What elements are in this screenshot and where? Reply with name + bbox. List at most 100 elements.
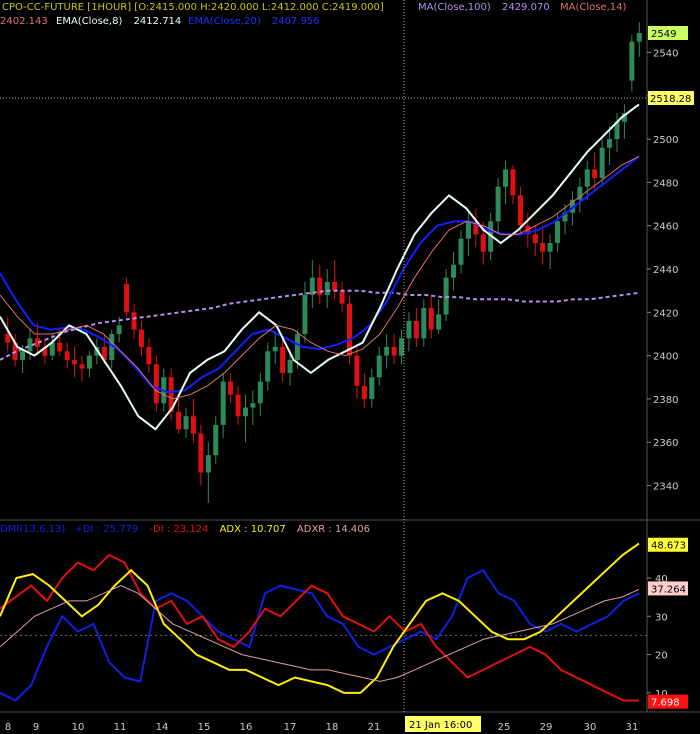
ma100-label: MA(Close,100) bbox=[418, 2, 491, 13]
ma100-value: 2429.070 bbox=[501, 2, 550, 13]
candle-body bbox=[391, 346, 397, 356]
ma100-legend: MA(Close,100) 2429.070 bbox=[418, 2, 550, 13]
candle-body bbox=[220, 381, 226, 425]
candle-body bbox=[242, 407, 248, 417]
candle-body bbox=[413, 320, 419, 339]
candle-body bbox=[153, 364, 159, 404]
pdi-value: 25.779 bbox=[103, 524, 139, 535]
candle-body bbox=[361, 385, 367, 399]
indicator-value-tag-text: 48.673 bbox=[651, 541, 686, 552]
price-tick-label: 2500 bbox=[653, 135, 678, 146]
ema20-legend: EMA(Close,20) 2407.956 bbox=[188, 16, 320, 27]
candle-body bbox=[183, 416, 189, 430]
candle-body bbox=[510, 169, 516, 196]
candle-body bbox=[5, 333, 11, 343]
candle-body bbox=[287, 359, 293, 373]
ma14-value-row: 2402.143 bbox=[0, 16, 48, 27]
adxr-value: 14.406 bbox=[334, 524, 370, 535]
candle-body bbox=[421, 307, 427, 339]
time-tick-label: 31 bbox=[626, 722, 639, 733]
candle-body bbox=[384, 346, 390, 356]
candle-body bbox=[607, 139, 613, 148]
crosshair-price-text: 2518.28 bbox=[650, 94, 691, 105]
candle-body bbox=[428, 307, 434, 330]
candle-body bbox=[57, 342, 63, 352]
price-tick-label: 2440 bbox=[653, 265, 678, 276]
indicator-line-adx bbox=[0, 542, 640, 694]
candle-body bbox=[138, 329, 144, 347]
candle-body bbox=[465, 221, 471, 239]
mdi-label: -DI : bbox=[149, 524, 171, 535]
ema8-legend: EMA(Close,8) 2412.714 bbox=[56, 16, 181, 27]
indicator-tick-label: 20 bbox=[655, 651, 668, 662]
candle-body bbox=[369, 377, 375, 399]
ohlc-header: CPO-CC-FUTURE [1HOUR] [O:2415.000 H:2420… bbox=[2, 2, 384, 13]
candle-body bbox=[20, 351, 26, 360]
indicator-tick-label: 30 bbox=[655, 612, 668, 623]
time-tick-label: 18 bbox=[326, 722, 339, 733]
candle-body bbox=[190, 416, 196, 434]
chart-canvas: 2340236023802400242024402460248025002520… bbox=[0, 0, 700, 733]
indicator-header: DMI(13,6,13) +DI : 25.779 -DI : 23.124 A… bbox=[0, 524, 370, 535]
time-tick-label: 11 bbox=[114, 722, 127, 733]
candle-body bbox=[205, 455, 211, 473]
dmi-label: DMI(13,6,13) bbox=[0, 524, 66, 535]
candle-body bbox=[584, 169, 590, 187]
price-tick-label: 2400 bbox=[653, 352, 678, 363]
candle-body bbox=[555, 221, 561, 244]
candle-body bbox=[547, 243, 553, 252]
ema8-value: 2412.714 bbox=[133, 16, 182, 27]
time-tick-label: 14 bbox=[156, 722, 169, 733]
candle-body bbox=[280, 346, 286, 373]
adx-label: ADX : bbox=[219, 524, 248, 535]
candle-body bbox=[451, 264, 457, 278]
candle-body bbox=[332, 281, 338, 291]
time-tick-label: 15 bbox=[198, 722, 211, 733]
candle-body bbox=[131, 312, 137, 330]
ma14-value: 2402.143 bbox=[0, 16, 48, 27]
time-tick-label: 25 bbox=[498, 722, 511, 733]
price-tick-label: 2340 bbox=[653, 482, 678, 493]
crosshair-date-text: 21 Jan 16:00 bbox=[409, 720, 472, 731]
candle-body bbox=[265, 351, 271, 382]
indicator-value-tag-text: 7.698 bbox=[651, 698, 680, 709]
time-tick-label: 29 bbox=[540, 722, 553, 733]
ma14-label: MA(Close,14) bbox=[560, 2, 627, 13]
candle-body bbox=[354, 355, 360, 386]
candle-body bbox=[629, 41, 635, 81]
time-tick-label: 30 bbox=[584, 722, 597, 733]
last-price-tag-text: 2549 bbox=[651, 29, 676, 40]
candle-body bbox=[86, 355, 92, 369]
time-tick-label: 21 bbox=[368, 722, 381, 733]
time-tick-label: 10 bbox=[72, 722, 85, 733]
candle-body bbox=[294, 333, 300, 360]
candle-body bbox=[636, 32, 642, 42]
adxr-label: ADXR : bbox=[296, 524, 332, 535]
time-tick-label: 9 bbox=[33, 722, 39, 733]
candle-body bbox=[406, 320, 412, 339]
candle-body bbox=[213, 424, 219, 456]
candle-body bbox=[503, 169, 509, 187]
candle-body bbox=[64, 351, 70, 360]
candle-body bbox=[480, 234, 486, 252]
price-tick-label: 2460 bbox=[653, 222, 678, 233]
ema20-label: EMA(Close,20) bbox=[188, 16, 261, 27]
candle-body bbox=[599, 147, 605, 179]
candle-body bbox=[436, 314, 442, 330]
price-tick-label: 2380 bbox=[653, 395, 678, 406]
candle-body bbox=[399, 338, 405, 356]
candle-body bbox=[198, 433, 204, 473]
candle-body bbox=[72, 359, 78, 365]
candle-body bbox=[540, 243, 546, 252]
candle-body bbox=[146, 346, 152, 365]
time-tick-label: 16 bbox=[240, 722, 253, 733]
indicator-line-adxr bbox=[0, 585, 640, 682]
price-tick-label: 2540 bbox=[653, 48, 678, 59]
price-tick-label: 2420 bbox=[653, 308, 678, 319]
candle-body bbox=[532, 234, 538, 244]
candle-body bbox=[116, 325, 122, 334]
candle-body bbox=[272, 346, 278, 352]
candle-body bbox=[592, 169, 598, 179]
candle-body bbox=[235, 394, 241, 417]
mdi-value: 23.124 bbox=[173, 524, 209, 535]
